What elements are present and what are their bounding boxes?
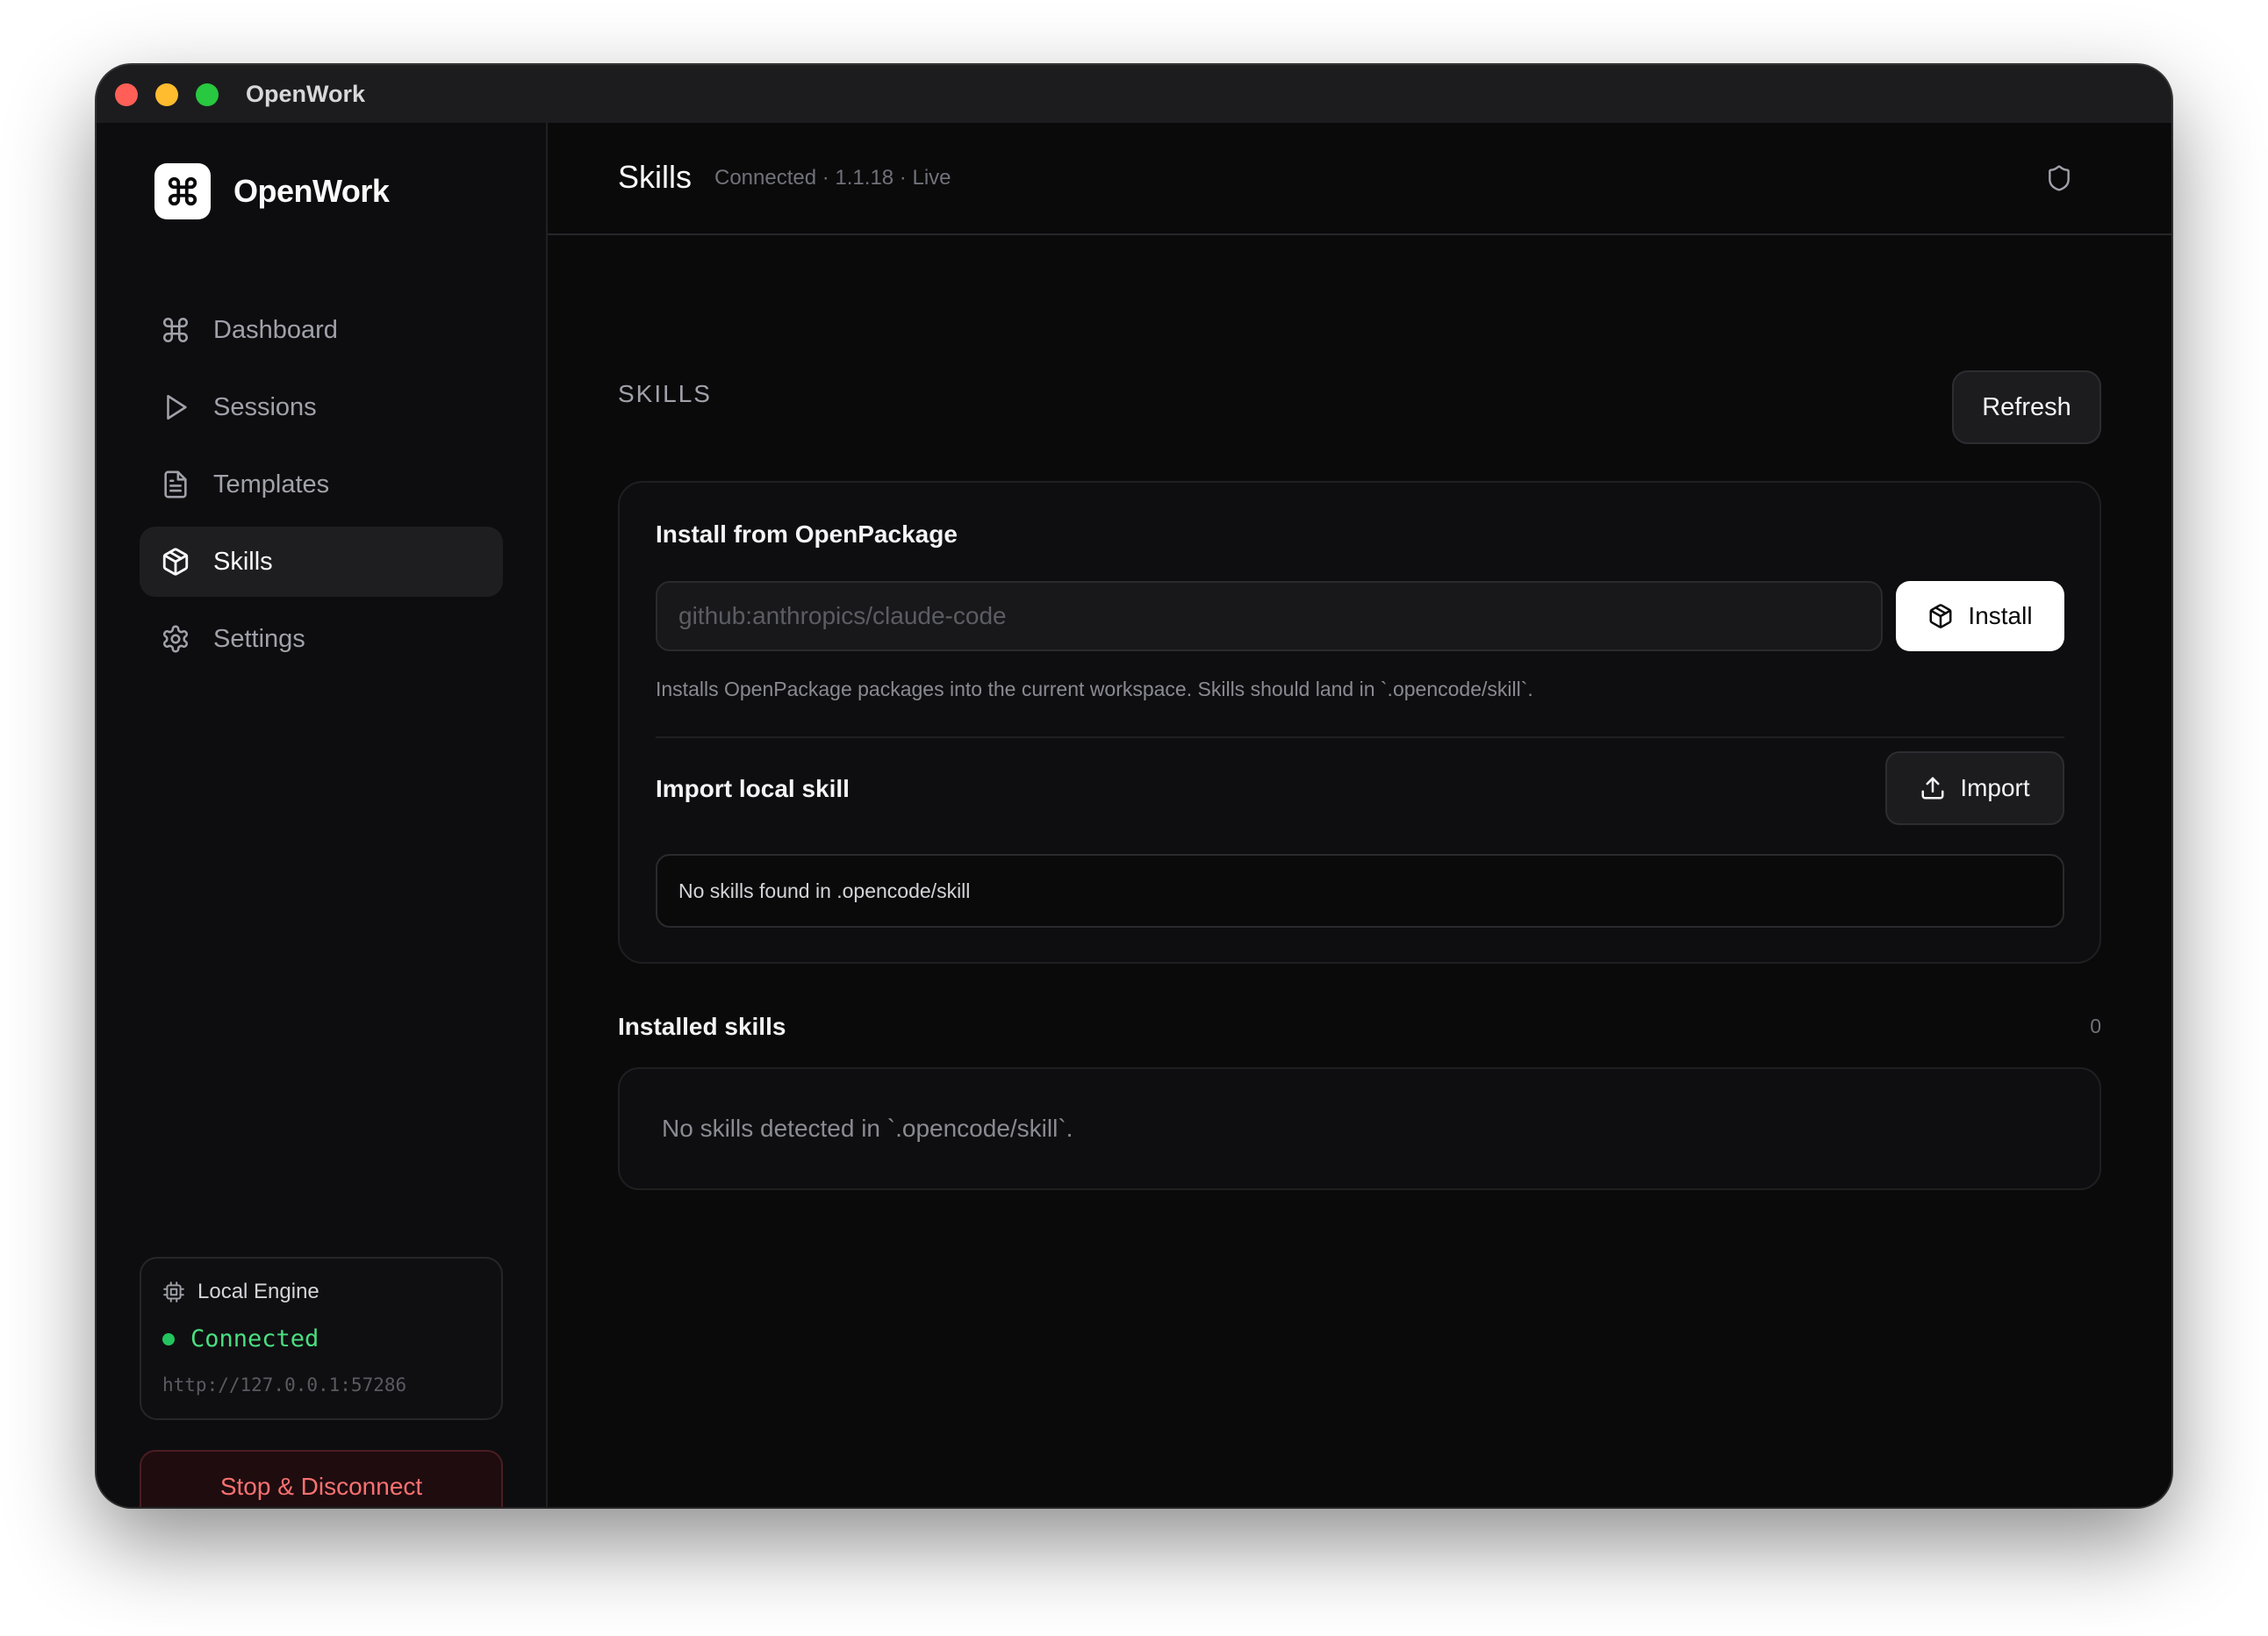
import-button[interactable]: Import xyxy=(1885,751,2064,825)
install-card: Install from OpenPackage Install Install… xyxy=(618,481,2101,964)
install-help-text: Installs OpenPackage packages into the c… xyxy=(656,678,1533,700)
refresh-button[interactable]: Refresh xyxy=(1952,370,2101,444)
sidebar-item-skills[interactable]: Skills xyxy=(140,527,503,597)
import-heading: Import local skill xyxy=(656,775,850,802)
sidebar-item-label: Settings xyxy=(213,624,305,653)
main-content: Skills Connected · 1.1.18 · Live SKILLS … xyxy=(548,123,2171,1507)
install-button[interactable]: Install xyxy=(1896,581,2064,651)
engine-status-text: Connected xyxy=(190,1325,319,1353)
upload-icon xyxy=(1921,777,1944,800)
installed-skills-heading: Installed skills xyxy=(618,1013,786,1040)
title-bar: OpenWork xyxy=(97,65,2171,124)
connection-status: Connected · 1.1.18 · Live xyxy=(714,166,951,190)
local-skills-empty: No skills found in .opencode/skill xyxy=(656,854,2064,928)
sidebar-item-label: Templates xyxy=(213,470,330,499)
engine-header: Local Engine xyxy=(162,1280,319,1304)
sidebar-nav: Dashboard Sessions Templates Skills Sett… xyxy=(140,295,503,681)
sidebar-item-label: Skills xyxy=(213,547,273,576)
divider xyxy=(656,736,2064,738)
minimize-window-button[interactable] xyxy=(155,83,178,106)
sidebar: OpenWork Dashboard Sessions Templates Sk… xyxy=(97,123,548,1507)
app-window: OpenWork OpenWork Dashboard Sessions Tem… xyxy=(97,65,2171,1507)
package-input[interactable] xyxy=(656,581,1883,651)
sidebar-item-sessions[interactable]: Sessions xyxy=(140,372,503,442)
brand: OpenWork xyxy=(154,163,390,219)
import-button-label: Import xyxy=(1960,774,2030,801)
gear-icon xyxy=(161,624,190,654)
sidebar-item-label: Dashboard xyxy=(213,315,338,344)
file-text-icon xyxy=(161,470,190,499)
status-dot xyxy=(162,1332,175,1345)
engine-status: Connected xyxy=(162,1325,319,1353)
sidebar-item-label: Sessions xyxy=(213,392,317,421)
play-icon xyxy=(161,392,190,422)
sidebar-item-dashboard[interactable]: Dashboard xyxy=(140,295,503,365)
zoom-window-button[interactable] xyxy=(196,83,219,106)
package-icon xyxy=(1929,604,1952,628)
engine-title: Local Engine xyxy=(197,1280,319,1303)
sidebar-item-settings[interactable]: Settings xyxy=(140,604,503,674)
install-button-label: Install xyxy=(1968,602,2033,629)
installed-skills-count: 0 xyxy=(2090,1015,2101,1037)
shield-icon[interactable] xyxy=(2045,164,2073,192)
section-label: SKILLS xyxy=(618,380,712,407)
page-header: Skills Connected · 1.1.18 · Live xyxy=(548,123,2171,235)
installed-skills-empty: No skills detected in `.opencode/skill`. xyxy=(618,1067,2101,1190)
install-heading: Install from OpenPackage xyxy=(656,520,958,548)
stop-disconnect-button[interactable]: Stop & Disconnect xyxy=(140,1450,503,1507)
window-title: OpenWork xyxy=(246,81,366,107)
cpu-icon xyxy=(163,1281,184,1302)
engine-url: http://127.0.0.1:57286 xyxy=(162,1374,407,1396)
close-window-button[interactable] xyxy=(115,83,138,106)
brand-name: OpenWork xyxy=(233,173,390,209)
engine-status-card: Local Engine Connected http://127.0.0.1:… xyxy=(140,1257,503,1420)
package-icon xyxy=(161,547,190,577)
command-logo-icon xyxy=(154,163,211,219)
sidebar-item-templates[interactable]: Templates xyxy=(140,449,503,520)
command-icon xyxy=(161,315,190,345)
page-title: Skills xyxy=(618,159,693,195)
